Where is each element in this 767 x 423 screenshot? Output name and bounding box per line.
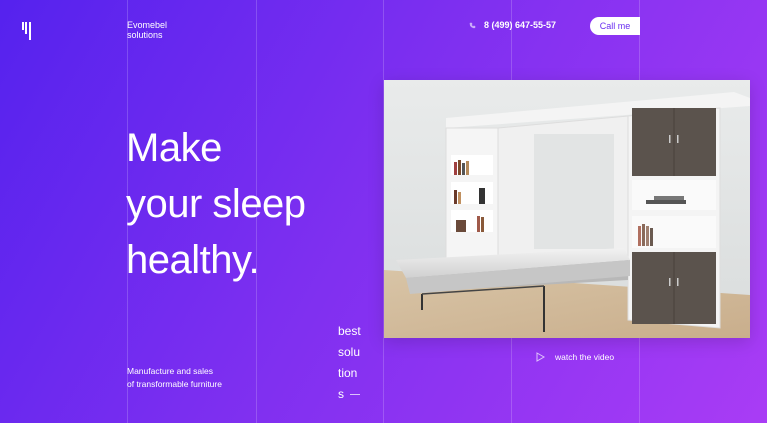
headline-line: Make (126, 126, 222, 170)
phone-text: 8 (499) 647-55-57 (484, 20, 557, 30)
watch-video-label: watch the video (555, 352, 615, 362)
hero-tagline: Manufacture and sales of transformable f… (127, 366, 222, 389)
headline-line: healthy. (126, 238, 260, 282)
logo-bars-icon[interactable] (22, 22, 32, 40)
phone-icon (469, 22, 476, 28)
headline-line: your sleep (126, 182, 306, 226)
product-photo-murphy-bed (384, 80, 750, 338)
call-me-button[interactable]: Call me (590, 17, 640, 35)
dash-divider (350, 394, 360, 396)
watch-video-link[interactable]: watch the video (536, 352, 614, 362)
play-icon (536, 352, 545, 362)
hero-headline: Make your sleep healthy. (126, 120, 306, 288)
best-solutions-text: best solu tion s (338, 324, 361, 401)
phone-number[interactable]: 8 (499) 647-55-57 (469, 20, 556, 30)
brand-name: Evomebel solutions (127, 20, 168, 40)
